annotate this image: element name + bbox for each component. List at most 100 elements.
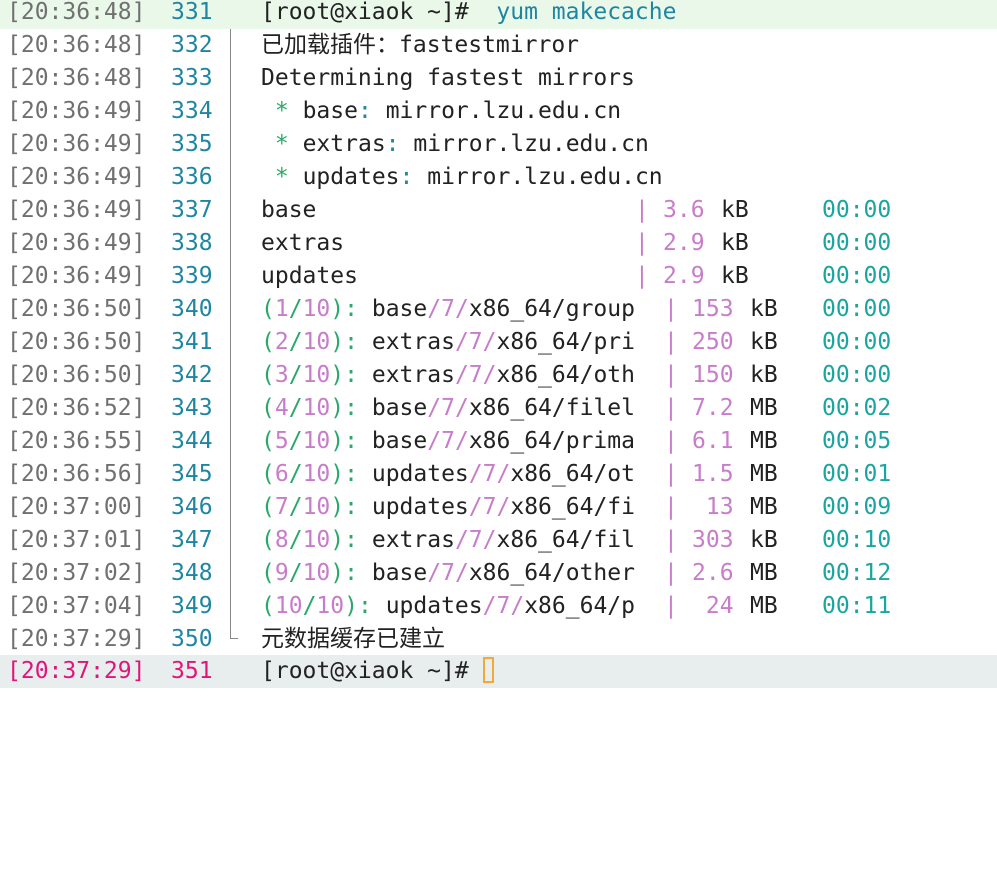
terminal-line: [20:36:49] 334 * base: mirror.lzu.edu.cn <box>0 95 997 128</box>
mirror-line: * updates: mirror.lzu.edu.cn <box>261 161 663 194</box>
terminal-line-current[interactable]: [20:37:29] 351 [root@xiaok ~]# <box>0 655 997 688</box>
line-content: [root@xiaok ~]# yum makecache <box>261 0 676 29</box>
path-file: x86_64/ot <box>510 461 635 487</box>
output-text: 已加载插件：fastestmirror <box>261 32 580 58</box>
terminal-line: [20:36:56] 345 (6/10): updates/7/x86_64/… <box>0 458 997 491</box>
download-progress: (4/10): base/7/x86_64/filel <box>261 392 635 425</box>
path-slash: / <box>496 494 511 520</box>
output-text: Determining fastest mirrors <box>261 65 635 91</box>
line-number: 338 <box>171 230 213 256</box>
path-slash: / <box>496 461 511 487</box>
path-slash: / <box>454 296 469 322</box>
timestamp: [20:36:56] <box>7 461 146 487</box>
elapsed-time: 00:10 <box>822 527 892 553</box>
timestamp: [20:36:48] <box>7 0 146 25</box>
line-number: 331 <box>171 0 213 25</box>
timestamp: [20:36:50] <box>7 362 146 388</box>
progress-total: 10 <box>302 395 331 421</box>
line-number: 335 <box>171 131 213 157</box>
download-progress: (5/10): base/7/x86_64/prima <box>261 425 635 458</box>
terminal-window[interactable]: [20:36:48] 331 [root@xiaok ~]# yum makec… <box>0 0 997 688</box>
size-unit: MB <box>750 560 778 586</box>
elapsed-time: 00:00 <box>822 296 892 322</box>
prompt-line[interactable]: [root@xiaok ~]# <box>261 655 494 688</box>
terminal-line: [20:36:49] 337 base | 3.6 kB 00:00 <box>0 194 997 227</box>
path-version: 7 <box>496 593 511 619</box>
line-number: 348 <box>171 560 213 586</box>
path-slash: / <box>454 560 469 586</box>
open-paren: ( <box>261 494 275 520</box>
progress-total: 10 <box>302 428 331 454</box>
size-unit: kB <box>721 230 749 256</box>
timestamp: [20:36:48] <box>7 65 146 91</box>
elapsed-time: 00:11 <box>822 593 892 619</box>
size-unit: MB <box>750 395 778 421</box>
line-number: 333 <box>171 65 213 91</box>
path-slash: / <box>427 560 442 586</box>
command-text: yum makecache <box>496 0 677 25</box>
progress-slash: / <box>288 494 303 520</box>
download-size: 153 <box>692 296 734 322</box>
path-version: 7 <box>468 362 483 388</box>
text-cursor[interactable] <box>482 657 494 683</box>
column-separator: | <box>664 329 678 355</box>
timestamp: [20:36:49] <box>7 98 146 124</box>
repo-name: updates <box>302 164 400 190</box>
open-paren: ( <box>261 428 275 454</box>
download-size: 2.6 <box>692 560 734 586</box>
column-separator: | <box>664 461 678 487</box>
line-number: 339 <box>171 263 213 289</box>
progress-total: 10 <box>302 494 331 520</box>
close-paren: ): <box>330 329 358 355</box>
path-slash: / <box>454 428 469 454</box>
line-number: 345 <box>171 461 213 487</box>
elapsed-time: 00:09 <box>822 494 892 520</box>
progress-total: 10 <box>316 593 345 619</box>
download-size: 3.6 <box>663 197 705 223</box>
path-repo: updates <box>371 461 469 487</box>
line-number: 336 <box>171 164 213 190</box>
download-progress: (1/10): base/7/x86_64/group <box>261 293 635 326</box>
terminal-line: [20:36:49] 338 extras | 2.9 kB 00:00 <box>0 227 997 260</box>
close-paren: ): <box>330 428 358 454</box>
timestamp: [20:37:01] <box>7 527 146 553</box>
timestamp: [20:37:29] <box>7 658 146 684</box>
line-number: 337 <box>171 197 213 223</box>
path-version: 7 <box>482 461 497 487</box>
terminal-line: [20:37:04] 349 (10/10): updates/7/x86_64… <box>0 590 997 623</box>
column-separator: | <box>635 263 649 289</box>
close-paren: ): <box>330 560 358 586</box>
column-separator: | <box>664 362 678 388</box>
path-version: 7 <box>441 296 455 322</box>
column-separator: | <box>664 527 678 553</box>
progress-index: 9 <box>274 560 289 586</box>
elapsed-time: 00:02 <box>822 395 892 421</box>
open-paren: ( <box>261 296 275 322</box>
path-repo: updates <box>371 494 469 520</box>
terminal-line: [20:36:48] 333 Determining fastest mirro… <box>0 62 997 95</box>
path-slash: / <box>454 362 469 388</box>
path-file: x86_64/p <box>524 593 635 619</box>
terminal-line: [20:36:55] 344 (5/10): base/7/x86_64/pri… <box>0 425 997 458</box>
column-separator: | <box>664 560 678 586</box>
progress-total: 10 <box>302 329 331 355</box>
terminal-line: [20:36:50] 342 (3/10): extras/7/x86_64/o… <box>0 359 997 392</box>
bullet-star: * <box>274 98 289 124</box>
mirror-host: mirror.lzu.edu.cn <box>385 98 622 124</box>
mirror-host: mirror.lzu.edu.cn <box>427 164 663 190</box>
timestamp: [20:37:00] <box>7 494 146 520</box>
timestamp: [20:36:48] <box>7 32 146 58</box>
line-number: 349 <box>171 593 213 619</box>
path-file: x86_64/oth <box>496 362 635 388</box>
elapsed-time: 00:00 <box>822 263 892 289</box>
terminal-line: [20:37:00] 346 (7/10): updates/7/x86_64/… <box>0 491 997 524</box>
progress-slash: / <box>288 461 303 487</box>
path-file: x86_64/pri <box>496 329 635 355</box>
progress-slash: / <box>288 560 303 586</box>
path-version: 7 <box>468 329 483 355</box>
line-number: 350 <box>171 626 213 652</box>
path-version: 7 <box>441 395 455 421</box>
line-number: 342 <box>171 362 213 388</box>
path-slash: / <box>510 593 525 619</box>
elapsed-time: 00:01 <box>822 461 892 487</box>
